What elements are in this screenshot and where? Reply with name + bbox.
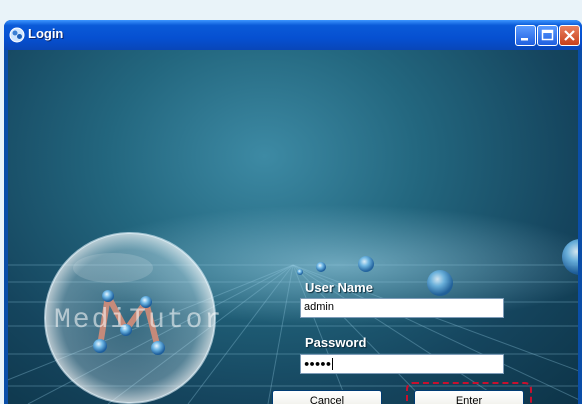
password-label: Password xyxy=(305,335,367,350)
username-field[interactable]: admin xyxy=(300,298,504,318)
password-field[interactable]: ●●●●● xyxy=(300,354,504,374)
username-value: admin xyxy=(304,301,334,313)
app-icon xyxy=(9,27,25,43)
enter-button[interactable]: Enter xyxy=(414,390,524,404)
close-button[interactable] xyxy=(559,25,580,46)
login-panel: MediTutor User Name admin Password ●●●●●… xyxy=(8,50,578,404)
cancel-button[interactable]: Cancel xyxy=(272,390,382,404)
close-icon xyxy=(564,30,575,41)
password-mask: ●●●●● xyxy=(304,358,332,369)
maximize-button[interactable] xyxy=(537,25,558,46)
minimize-button[interactable] xyxy=(515,25,536,46)
login-window: Login MediTutor User Name admin Password… xyxy=(4,20,582,404)
logo-text: MediTutor xyxy=(54,305,224,336)
window-title: Login xyxy=(28,26,64,41)
minimize-icon xyxy=(521,38,528,41)
text-caret xyxy=(332,358,334,370)
username-label: User Name xyxy=(305,280,373,295)
maximize-icon xyxy=(541,29,554,41)
title-bar[interactable]: Login xyxy=(4,20,582,50)
